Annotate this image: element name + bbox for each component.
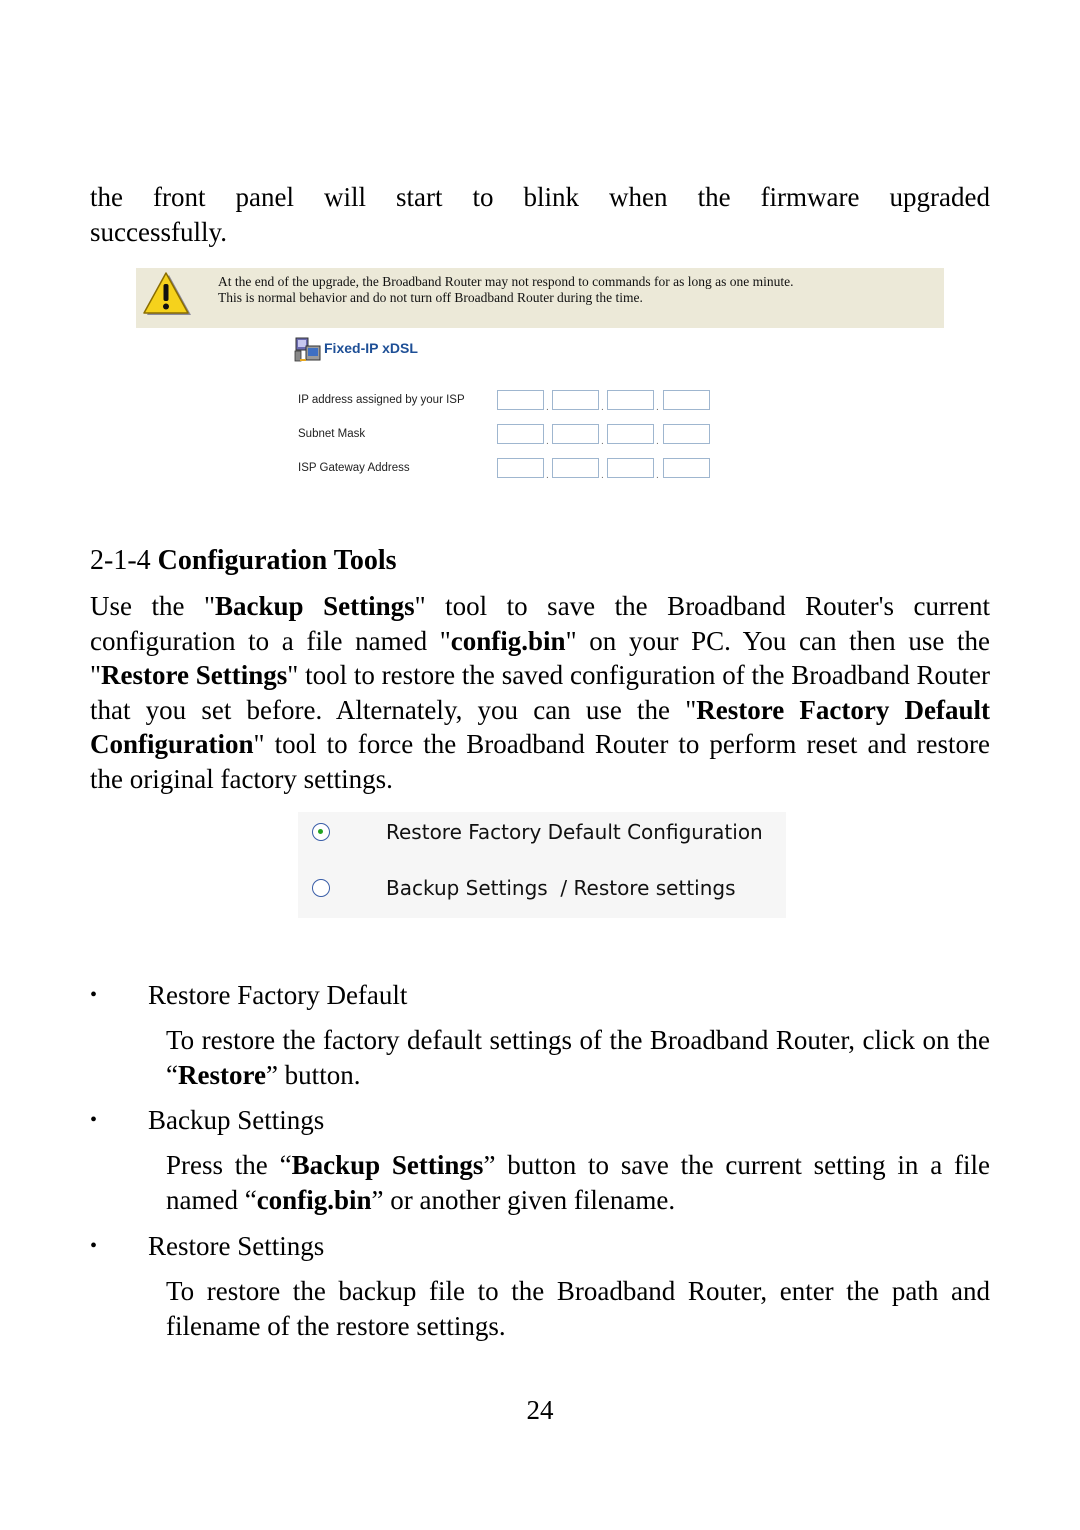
ip-address-octet-2[interactable] [552,390,599,410]
emphasized-text: Backup Settings [291,1150,484,1180]
text-run: Use the " [90,591,216,621]
bullet-description: To restore the factory default settings … [166,1023,990,1092]
warning-icon [143,272,191,315]
emphasized-text: config.bin [256,1184,372,1215]
subnet-mask-octet-1[interactable] [497,424,544,444]
ip-address-label: IP address assigned by your ISP [298,394,465,406]
warning-line-2: This is normal behavior and do not turn … [218,289,643,305]
ip-address-octet-1[interactable] [497,390,544,410]
radio-button[interactable] [312,879,330,897]
octet-separator: . [601,436,604,447]
emphasized-text: config.bin [450,625,566,656]
option-label: Backup Settings / Restore settings [386,876,736,900]
emphasized-text: Restore Settings [101,660,288,690]
bullet-icon: • [90,984,98,1006]
intro-paragraph: the front panel will start to blink when… [90,180,990,249]
emphasized-text: Restore [177,1059,266,1090]
octet-separator: . [546,436,549,447]
octet-separator: . [546,470,549,481]
option-label: Restore Factory Default Configuration [386,820,763,844]
upgrade-warning-banner: At the end of the upgrade, the Broadband… [136,268,944,328]
bullet-icon: • [90,1235,98,1257]
bullet-description: Press the “Backup Settings” button to sa… [166,1148,990,1217]
bullet-title: Backup Settings [148,1105,325,1135]
bullet-icon: • [90,1109,98,1131]
text-run: ” button. [265,1059,361,1090]
intro-line-2: successfully. [90,216,227,247]
bullet-description: To restore the backup file to the Broadb… [166,1274,990,1343]
octet-separator: . [656,436,659,447]
subnet-mask-octet-3[interactable] [607,424,654,444]
ip-address-octet-3[interactable] [607,390,654,410]
text-run: ” or another given filename. [371,1184,676,1215]
warning-text: At the end of the upgrade, the Broadband… [218,274,794,305]
config-tools-paragraph: Use the "Backup Settings" tool to save t… [90,589,990,796]
intro-line-1: the front panel will start to blink when… [90,182,990,212]
octet-separator: . [601,402,604,413]
panel-title: Fixed-IP xDSL [324,340,418,356]
gateway-octet-4[interactable] [663,458,710,478]
network-computer-icon [294,337,321,362]
text-run: To restore the backup file to the Broadb… [166,1276,990,1341]
fixed-ip-xdsl-panel: Fixed-IP xDSL IP address assigned by you… [288,334,800,486]
octet-separator: . [656,470,659,481]
octet-separator: . [656,402,659,413]
gateway-octet-1[interactable] [497,458,544,478]
text-run: Press the “ [166,1150,292,1180]
radio-button-selected[interactable] [312,823,330,841]
bullet-title: Restore Factory Default [148,980,408,1010]
gateway-octet-2[interactable] [552,458,599,478]
warning-line-1: At the end of the upgrade, the Broadband… [218,274,794,289]
gateway-octet-3[interactable] [607,458,654,478]
page-number: 24 [526,1395,554,1425]
section-title: Configuration Tools [157,545,397,576]
subnet-mask-label: Subnet Mask [298,428,366,440]
subnet-mask-octet-4[interactable] [663,424,710,444]
config-tool-options-panel: Restore Factory Default Configuration Ba… [298,812,786,918]
section-number: 2-1-4 [90,545,151,576]
bullet-title: Restore Settings [148,1231,325,1261]
octet-separator: . [601,470,604,481]
subnet-mask-octet-2[interactable] [552,424,599,444]
section-heading: 2-1-4 Configuration Tools [90,545,397,577]
octet-separator: . [546,402,549,413]
emphasized-text: Backup Settings [215,591,415,621]
gateway-label: ISP Gateway Address [298,462,410,474]
ip-address-octet-4[interactable] [663,390,710,410]
